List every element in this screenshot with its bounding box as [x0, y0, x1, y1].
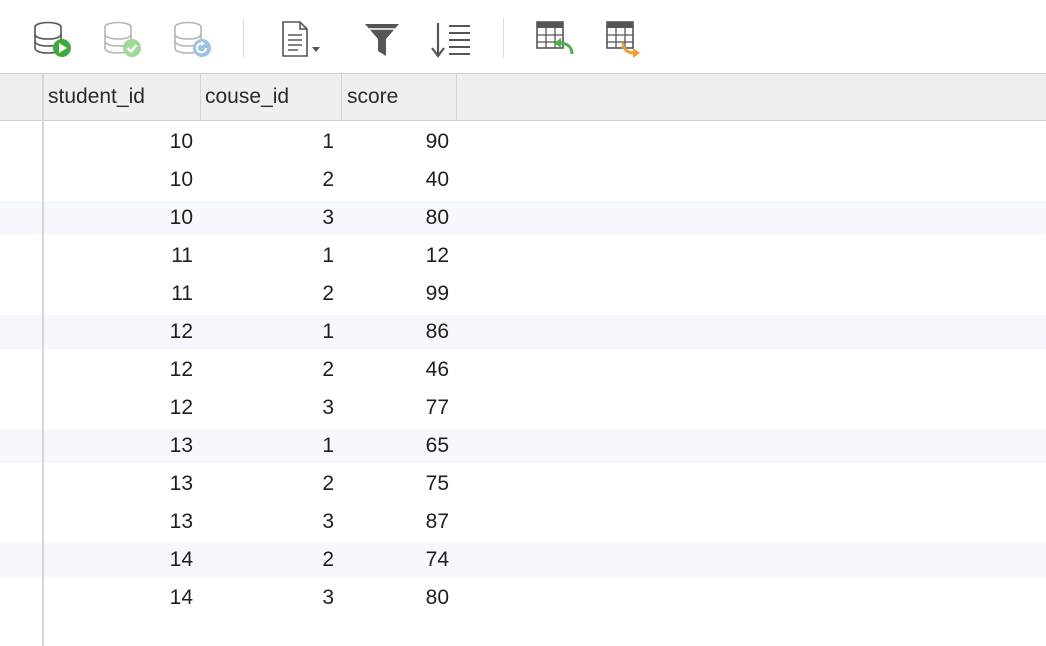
- cell-score[interactable]: 90: [0, 125, 449, 159]
- cell-score[interactable]: 65: [0, 429, 449, 463]
- cell-score[interactable]: 75: [0, 467, 449, 501]
- table-row[interactable]: 12 2 46: [0, 353, 1046, 387]
- cell-score[interactable]: 74: [0, 543, 449, 577]
- cell-score[interactable]: 86: [0, 315, 449, 349]
- table-row[interactable]: 13 2 75: [0, 467, 1046, 501]
- table-row[interactable]: 10 3 80: [0, 201, 1046, 235]
- table-row[interactable]: 14 2 74: [0, 543, 1046, 577]
- run-database-icon[interactable]: [30, 18, 74, 62]
- sort-icon[interactable]: [430, 18, 474, 62]
- export-table-icon[interactable]: [602, 18, 646, 62]
- toolbar-separator: [503, 18, 504, 58]
- commit-database-icon[interactable]: [100, 18, 144, 62]
- table-row[interactable]: 11 1 12: [0, 239, 1046, 273]
- table-header: student_id couse_id score: [0, 74, 1046, 121]
- column-header-student-id[interactable]: student_id: [43, 74, 201, 120]
- toolbar-separator: [243, 18, 244, 58]
- table-row[interactable]: 13 3 87: [0, 505, 1046, 539]
- column-header-couse-id[interactable]: couse_id: [200, 74, 342, 120]
- import-table-icon[interactable]: [532, 18, 576, 62]
- column-header-score[interactable]: score: [342, 74, 457, 120]
- document-dropdown-icon[interactable]: [278, 18, 322, 62]
- table-row[interactable]: 12 1 86: [0, 315, 1046, 349]
- cell-score[interactable]: 40: [0, 163, 449, 197]
- row-gutter-divider: [42, 74, 44, 646]
- filter-icon[interactable]: [360, 18, 404, 62]
- table-row[interactable]: 10 2 40: [0, 163, 1046, 197]
- table-row[interactable]: 10 1 90: [0, 125, 1046, 159]
- table-row[interactable]: 13 1 65: [0, 429, 1046, 463]
- refresh-database-icon[interactable]: [170, 18, 214, 62]
- table-row[interactable]: 14 3 80: [0, 581, 1046, 615]
- data-grid: student_id couse_id score 10 1 90 10 2 40 10 3 8…: [0, 74, 1046, 646]
- cell-score[interactable]: 80: [0, 581, 449, 615]
- table-row[interactable]: 12 3 77: [0, 391, 1046, 425]
- cell-score[interactable]: 46: [0, 353, 449, 387]
- table-row[interactable]: 11 2 99: [0, 277, 1046, 311]
- cell-score[interactable]: 80: [0, 201, 449, 235]
- cell-score[interactable]: 77: [0, 391, 449, 425]
- toolbar: [0, 0, 1046, 74]
- cell-score[interactable]: 99: [0, 277, 449, 311]
- cell-score[interactable]: 87: [0, 505, 449, 539]
- cell-score[interactable]: 12: [0, 239, 449, 273]
